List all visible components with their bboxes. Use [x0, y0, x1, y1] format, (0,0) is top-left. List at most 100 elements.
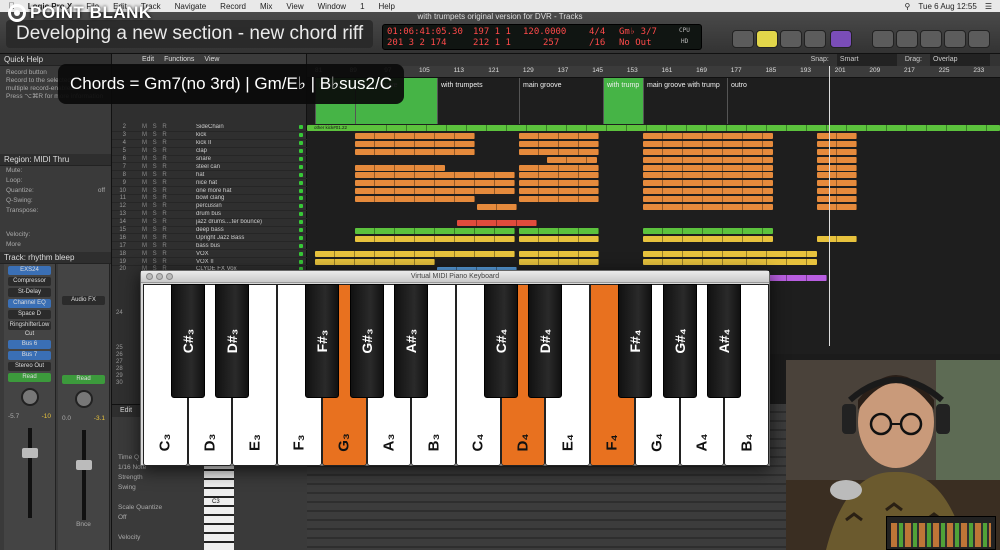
send-slot[interactable]: Bus 6 — [8, 340, 51, 349]
black-key[interactable]: F#₃ — [304, 284, 339, 398]
track-name[interactable]: snare — [196, 156, 299, 162]
plugin-slot[interactable]: Channel EQ — [8, 299, 51, 308]
region[interactable] — [643, 188, 773, 195]
menu-mix[interactable]: Mix — [253, 2, 279, 11]
lcd-signature[interactable]: 4/4 — [589, 27, 605, 37]
plugin-slot[interactable]: RingshifterLow Cut — [8, 321, 51, 337]
track-row[interactable]: 17 M S Rbass bus — [112, 242, 307, 251]
region-field[interactable]: Velocity: — [0, 230, 111, 240]
black-key[interactable]: C#₄ — [483, 284, 518, 398]
plugin-slot[interactable]: St-Delay — [8, 288, 51, 297]
drag-select[interactable]: Overlap — [930, 54, 990, 66]
track-row[interactable]: 11 M S Rbowl clang — [112, 195, 307, 203]
region[interactable] — [643, 196, 773, 203]
sidechain-region[interactable]: other kick#01.22 — [313, 125, 373, 131]
automation-mode[interactable]: Read — [62, 375, 105, 384]
fader-cap[interactable] — [21, 448, 38, 458]
region[interactable] — [817, 172, 857, 179]
region[interactable] — [355, 140, 475, 147]
region[interactable] — [817, 235, 857, 242]
region[interactable] — [817, 148, 857, 155]
close-button[interactable] — [146, 273, 153, 280]
region[interactable] — [767, 275, 827, 282]
arrangement-marker[interactable]: outro — [727, 78, 787, 124]
marker-track[interactable]: intromain groovewith trumpetsmain groove… — [307, 78, 1000, 124]
track-name[interactable]: one more hat — [196, 188, 299, 194]
tuner-button[interactable] — [780, 30, 802, 48]
region-field[interactable]: Mute: — [0, 166, 111, 176]
region[interactable] — [519, 172, 599, 179]
region[interactable] — [547, 156, 597, 163]
notepad-button[interactable] — [896, 30, 918, 48]
region[interactable] — [457, 219, 537, 226]
instrument-slot[interactable]: EXS24 — [8, 266, 51, 275]
track-row[interactable]: 19 M S R VOX II — [112, 258, 307, 267]
menu-list-icon[interactable]: ☰ — [985, 2, 992, 11]
automation-mode[interactable]: Read — [8, 373, 51, 382]
track-name[interactable]: bass bus — [196, 243, 299, 249]
black-key[interactable]: A#₃ — [394, 284, 429, 398]
region[interactable] — [817, 156, 857, 163]
track-row[interactable]: 8M S Rhat — [112, 171, 307, 180]
library-button[interactable] — [968, 30, 990, 48]
track-buttons[interactable]: M S R — [126, 140, 196, 146]
region[interactable] — [519, 188, 599, 195]
track-row[interactable]: 12 M S Rpercussin — [112, 203, 307, 211]
region[interactable] — [307, 125, 1000, 131]
region[interactable] — [519, 259, 599, 266]
black-key[interactable]: A#₄ — [707, 284, 742, 398]
region[interactable] — [643, 148, 773, 155]
pan-knob[interactable] — [74, 390, 93, 408]
menu-navigate[interactable]: Navigate — [168, 2, 214, 11]
volume-fader[interactable] — [21, 428, 38, 518]
track-row[interactable]: 4M S Rkick II — [112, 140, 307, 148]
track-buttons[interactable]: M S R — [126, 219, 196, 225]
arrangement-marker[interactable]: with trump — [603, 78, 643, 124]
region[interactable] — [643, 204, 773, 210]
region[interactable] — [817, 164, 857, 171]
region[interactable] — [519, 164, 599, 171]
track-buttons[interactable]: M S R — [126, 235, 196, 241]
metronome-button[interactable] — [732, 30, 754, 48]
menu-help[interactable]: Help — [372, 2, 402, 11]
cycle-button[interactable] — [756, 30, 778, 48]
track-name[interactable]: Upright Jazz Bass — [196, 235, 299, 241]
snap-select[interactable]: Smart — [836, 54, 897, 66]
region[interactable] — [643, 156, 773, 163]
minimize-button[interactable] — [156, 273, 163, 280]
send-slot[interactable]: Bus 7 — [8, 351, 51, 360]
region[interactable] — [727, 259, 817, 266]
menu-window[interactable]: Window — [311, 2, 353, 11]
track-buttons[interactable]: M S R — [126, 124, 196, 130]
black-key[interactable]: C#₃ — [170, 284, 205, 398]
region[interactable] — [355, 164, 445, 171]
region[interactable] — [643, 164, 773, 171]
track-row[interactable]: 13 M S Rdrum bus — [112, 211, 307, 219]
track-name[interactable]: drum bus — [196, 211, 299, 217]
pan-knob[interactable] — [20, 388, 39, 406]
track-name[interactable]: kick — [196, 132, 299, 138]
black-key[interactable]: D#₃ — [215, 284, 250, 398]
output-slot[interactable]: Stereo Out — [8, 362, 51, 371]
track-row[interactable]: 15 M S Rdeep bass — [112, 227, 307, 235]
track-buttons[interactable]: M S R — [126, 259, 196, 265]
track-buttons[interactable]: M S R — [126, 148, 196, 154]
search-icon[interactable]: ⚲ — [905, 2, 911, 11]
loop-browser-button[interactable] — [920, 30, 942, 48]
region[interactable] — [477, 204, 517, 210]
track-name[interactable]: nice hat — [196, 180, 299, 186]
region[interactable] — [355, 180, 515, 187]
region[interactable] — [519, 235, 599, 242]
region[interactable] — [643, 140, 773, 147]
region[interactable] — [519, 196, 599, 203]
region-field[interactable]: Q-Swing: — [0, 196, 111, 206]
track-row[interactable]: 3M S Rkick — [112, 132, 307, 140]
region[interactable] — [643, 172, 773, 179]
region-field[interactable]: Loop: — [0, 176, 111, 186]
more-disclosure[interactable]: More — [0, 240, 111, 250]
region[interactable] — [355, 196, 475, 203]
track-name[interactable]: percussin — [196, 203, 299, 209]
track-buttons[interactable]: M S R — [126, 227, 196, 233]
region[interactable] — [817, 188, 857, 195]
track-row[interactable]: 6M S Rsnare — [112, 156, 307, 164]
